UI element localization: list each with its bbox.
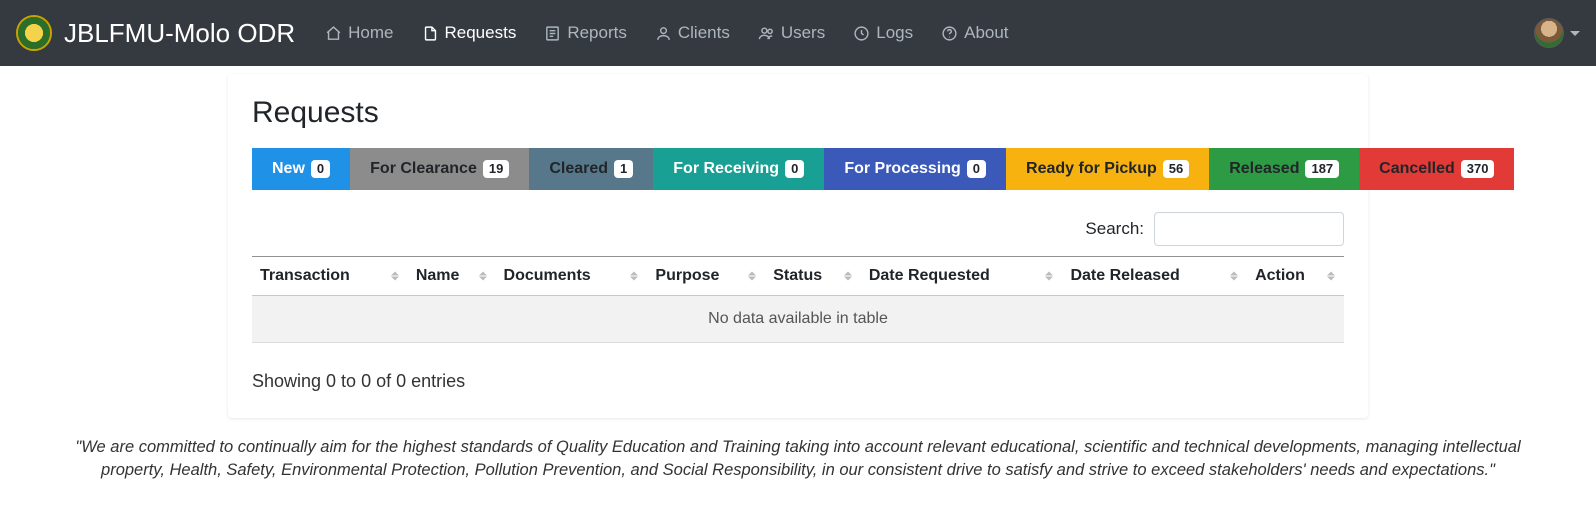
- tab-count: 187: [1305, 160, 1339, 178]
- col-name[interactable]: Name: [408, 257, 496, 296]
- nav-item-reports[interactable]: Reports: [534, 15, 637, 51]
- nav-label: About: [964, 23, 1008, 43]
- brand-logo-icon: [16, 15, 52, 51]
- tab-label: Released: [1229, 160, 1299, 178]
- col-label: Transaction: [260, 267, 350, 284]
- col-documents[interactable]: Documents: [496, 257, 648, 296]
- chevron-down-icon: [1570, 31, 1580, 36]
- tab-label: For Processing: [844, 160, 960, 178]
- tab-count: 0: [785, 160, 804, 178]
- col-label: Date Requested: [869, 267, 990, 284]
- tab-count: 56: [1163, 160, 1189, 178]
- sort-icon: [747, 272, 757, 281]
- table-info: Showing 0 to 0 of 0 entries: [252, 371, 1344, 392]
- tab-label: New: [272, 160, 305, 178]
- tab-label: Cancelled: [1379, 160, 1455, 178]
- nav-label: Home: [348, 23, 393, 43]
- nav-label: Requests: [445, 23, 517, 43]
- sort-icon: [1326, 272, 1336, 281]
- tab-count: 19: [483, 160, 509, 178]
- sort-icon: [843, 272, 853, 281]
- col-date-requested[interactable]: Date Requested: [861, 257, 1063, 296]
- col-status[interactable]: Status: [765, 257, 861, 296]
- nav-label: Logs: [876, 23, 913, 43]
- search-row: Search:: [252, 212, 1344, 246]
- nav-item-requests[interactable]: Requests: [412, 15, 527, 51]
- nav-item-logs[interactable]: Logs: [843, 15, 923, 51]
- top-navbar: JBLFMU-Molo ODR Home Requests Reports Cl…: [0, 0, 1596, 66]
- col-label: Action: [1255, 267, 1305, 284]
- col-action[interactable]: Action: [1247, 257, 1344, 296]
- clock-icon: [853, 25, 870, 42]
- nav-item-clients[interactable]: Clients: [645, 15, 740, 51]
- table-row-empty: No data available in table: [252, 296, 1344, 343]
- user-icon: [655, 25, 672, 42]
- tab-count: 1: [614, 160, 633, 178]
- nav-item-users[interactable]: Users: [748, 15, 835, 51]
- col-purpose[interactable]: Purpose: [647, 257, 765, 296]
- user-menu[interactable]: [1534, 18, 1580, 48]
- tab-released[interactable]: Released 187: [1209, 148, 1359, 190]
- tab-for-processing[interactable]: For Processing 0: [824, 148, 1006, 190]
- nav-item-home[interactable]: Home: [315, 15, 403, 51]
- tab-label: Ready for Pickup: [1026, 160, 1157, 178]
- col-label: Documents: [504, 267, 591, 284]
- tab-for-receiving[interactable]: For Receiving 0: [653, 148, 824, 190]
- nav-label: Clients: [678, 23, 730, 43]
- users-icon: [758, 25, 775, 42]
- tab-count: 0: [311, 160, 330, 178]
- avatar: [1534, 18, 1564, 48]
- sort-icon: [1044, 272, 1054, 281]
- tab-label: Cleared: [549, 160, 608, 178]
- file-icon: [422, 25, 439, 42]
- sort-icon: [1229, 272, 1239, 281]
- status-tabs: New 0 For Clearance 19 Cleared 1 For Rec…: [252, 148, 1344, 190]
- page-title: Requests: [252, 96, 1344, 130]
- question-icon: [941, 25, 958, 42]
- nav-links: Home Requests Reports Clients Users Logs…: [315, 15, 1018, 51]
- sort-icon: [390, 272, 400, 281]
- requests-table: Transaction Name Documents Purpose: [252, 256, 1344, 343]
- col-label: Name: [416, 267, 460, 284]
- search-label: Search:: [1085, 219, 1144, 239]
- tab-new[interactable]: New 0: [252, 148, 350, 190]
- nav-item-about[interactable]: About: [931, 15, 1018, 51]
- tab-count: 370: [1461, 160, 1495, 178]
- nav-label: Reports: [567, 23, 627, 43]
- tab-ready-for-pickup[interactable]: Ready for Pickup 56: [1006, 148, 1209, 190]
- tab-cleared[interactable]: Cleared 1: [529, 148, 653, 190]
- tab-cancelled[interactable]: Cancelled 370: [1359, 148, 1514, 190]
- col-label: Purpose: [655, 267, 719, 284]
- tab-count: 0: [967, 160, 986, 178]
- tab-label: For Receiving: [673, 160, 779, 178]
- tab-for-clearance[interactable]: For Clearance 19: [350, 148, 529, 190]
- empty-message: No data available in table: [252, 296, 1344, 343]
- brand[interactable]: JBLFMU-Molo ODR: [16, 15, 295, 51]
- col-date-released[interactable]: Date Released: [1062, 257, 1247, 296]
- sort-icon: [478, 272, 488, 281]
- home-icon: [325, 25, 342, 42]
- col-transaction[interactable]: Transaction: [252, 257, 408, 296]
- col-label: Status: [773, 267, 822, 284]
- nav-label: Users: [781, 23, 825, 43]
- requests-card: Requests New 0 For Clearance 19 Cleared …: [228, 74, 1368, 418]
- tab-label: For Clearance: [370, 160, 477, 178]
- col-label: Date Released: [1070, 267, 1179, 284]
- report-icon: [544, 25, 561, 42]
- sort-icon: [629, 272, 639, 281]
- search-input[interactable]: [1154, 212, 1344, 246]
- brand-title: JBLFMU-Molo ODR: [64, 18, 295, 49]
- footer-quote: "We are committed to continually aim for…: [48, 436, 1548, 482]
